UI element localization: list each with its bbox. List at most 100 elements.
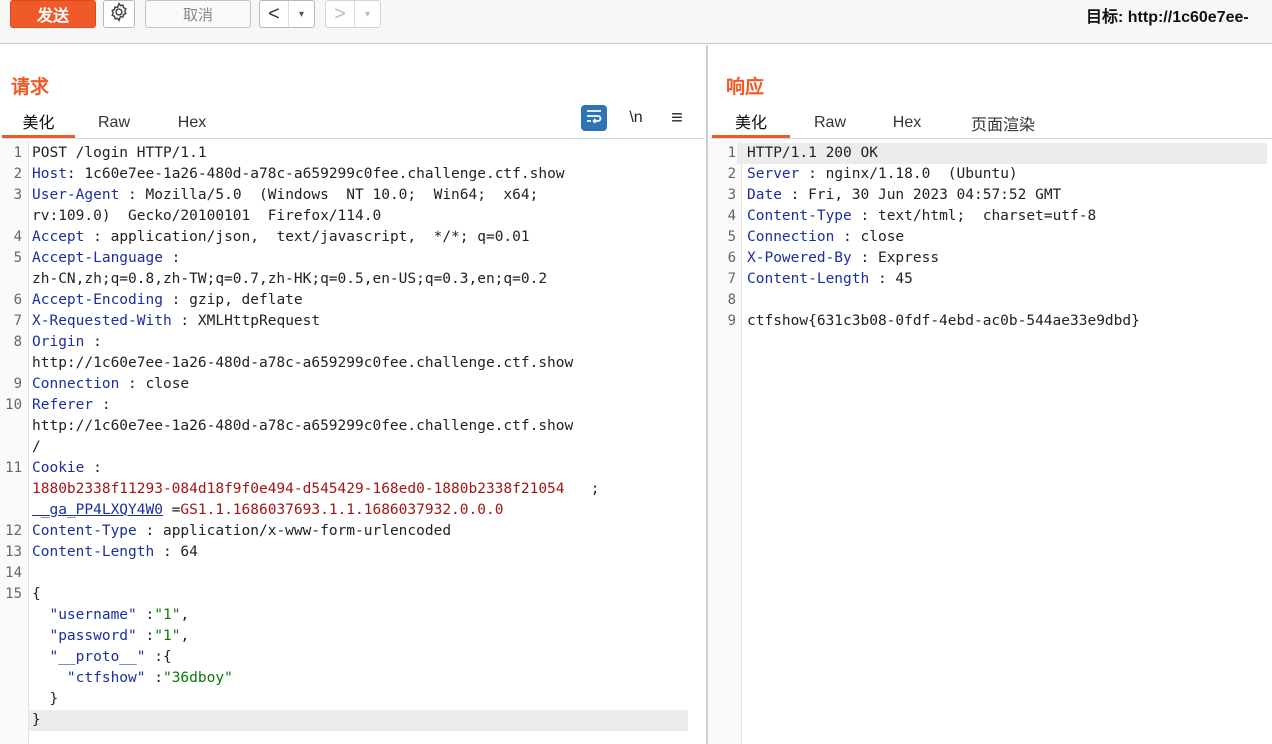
line-number: 3: [727, 187, 736, 203]
history-back-group: < ▾: [259, 0, 315, 28]
header-value: 64: [180, 544, 198, 560]
json-colon: :: [145, 649, 163, 665]
header-name: Host: [32, 166, 67, 182]
header-separator: :: [851, 208, 878, 224]
cancel-button[interactable]: 取消: [145, 0, 251, 28]
line-number: 3: [13, 187, 22, 203]
code-line: POST /login HTTP/1.1: [32, 145, 207, 161]
code-line: /: [32, 439, 41, 455]
header-value: text/html; charset=utf-8: [877, 208, 1097, 224]
header-separator: :: [136, 523, 163, 539]
header-separator: :: [834, 229, 861, 245]
response-tab-raw[interactable]: Raw: [800, 107, 860, 138]
line-number: 12: [5, 523, 22, 539]
header-separator: :: [93, 397, 111, 413]
json-key: "ctfshow": [66, 670, 146, 686]
json-value: "1": [154, 628, 181, 644]
json-value: "1": [154, 607, 181, 623]
line-number: 2: [727, 166, 736, 182]
line-number: [0, 710, 22, 731]
line-number: 11: [5, 460, 22, 476]
header-separator: :: [162, 292, 190, 308]
code-line: Date : Fri, 30 Jun 2023 04:57:52 GMT: [747, 185, 1061, 206]
response-tabbar: 美化 Raw Hex 页面渲染: [710, 107, 1272, 139]
request-tab-hex[interactable]: Hex: [162, 107, 222, 138]
header-name: Cookie: [32, 460, 85, 476]
response-tab-render[interactable]: 页面渲染: [958, 107, 1048, 138]
code-line: Accept : application/json, text/javascri…: [32, 227, 530, 248]
code-line: Cookie :: [32, 458, 111, 479]
request-tab-raw[interactable]: Raw: [84, 107, 144, 138]
history-back-dropdown[interactable]: ▾: [288, 1, 314, 27]
code-line: http://1c60e7ee-1a26-480d-a78c-a659299c0…: [32, 355, 574, 371]
line-number: 1: [727, 145, 736, 161]
header-value: close: [145, 376, 190, 392]
wrap-lines-icon: [585, 108, 603, 129]
cookie-value: 1880b2338f11293-084d18f9f0e494-d545429-1…: [32, 481, 565, 497]
history-back-button[interactable]: <: [260, 1, 288, 27]
code-line: X-Powered-By : Express: [747, 248, 939, 269]
word-wrap-toggle[interactable]: [581, 105, 607, 131]
target-label[interactable]: 目标: http://1c60e7ee-: [1086, 3, 1249, 27]
code-line: ctfshow{631c3b08-0fdf-4ebd-ac0b-544ae33e…: [747, 313, 1140, 329]
header-name: Referer: [32, 397, 94, 413]
header-value: application/json, text/javascript, */*; …: [110, 229, 530, 245]
response-tab-pretty[interactable]: 美化: [712, 107, 790, 138]
send-button[interactable]: 发送: [10, 0, 96, 28]
line-number: 9: [727, 313, 736, 329]
response-editor[interactable]: 1 HTTP/1.1 200 OK 2 Server : nginx/1.18.0 (…: [708, 141, 1272, 744]
line-number: [0, 626, 22, 647]
header-name: Connection: [32, 376, 120, 392]
json-key: "__proto__": [49, 649, 146, 665]
header-value: close: [860, 229, 905, 245]
header-name: Server: [747, 166, 800, 182]
header-value: 45: [895, 271, 913, 287]
chevron-down-icon: ▾: [298, 8, 305, 20]
json-punct: ,: [180, 628, 190, 644]
history-forward-dropdown[interactable]: ▾: [354, 1, 380, 27]
request-menu-button[interactable]: ≡: [664, 105, 690, 131]
history-forward-group: > ▾: [325, 0, 381, 28]
code-line: Content-Type : text/html; charset=utf-8: [747, 206, 1096, 227]
header-name: Content-Type: [32, 523, 137, 539]
line-number: 14: [5, 565, 22, 581]
header-value: gzip, deflate: [189, 292, 303, 308]
hamburger-menu-icon: ≡: [671, 106, 683, 129]
chevron-down-icon: ▾: [364, 8, 371, 20]
header-value: Mozilla/5.0 (Windows NT 10.0; Win64; x64…: [145, 187, 539, 203]
line-number: [0, 269, 22, 290]
response-tab-hex[interactable]: Hex: [877, 107, 937, 138]
header-name: Connection: [747, 229, 835, 245]
header-value: application/x-www-form-urlencoded: [162, 523, 452, 539]
code-line: _ga_PP4LXQY4W0 =GS1.1.1686037693.1.1.168…: [32, 500, 504, 521]
current-line-highlight: [29, 710, 688, 731]
line-number: 2: [13, 166, 22, 182]
header-name: Content-Type: [747, 208, 852, 224]
header-name: Content-Length: [32, 544, 155, 560]
header-separator: :: [162, 250, 181, 266]
header-name: User-Agent: [32, 187, 120, 203]
json-key: "password": [49, 628, 137, 644]
line-number: [0, 689, 22, 710]
json-colon: :: [136, 628, 155, 644]
settings-button[interactable]: [103, 0, 135, 28]
code-line: Content-Length : 64: [32, 542, 198, 563]
request-editor[interactable]: 1 POST /login HTTP/1.1 2 Host: 1c60e7ee-1a2…: [0, 141, 706, 744]
request-tab-pretty[interactable]: 美化: [2, 107, 75, 138]
chevron-left-icon: <: [268, 2, 280, 25]
line-number: 13: [5, 544, 22, 560]
line-number: 10: [5, 397, 22, 413]
request-pane: 请求 美化 Raw Hex \n ≡ 1 POST /login HTTP/1.1…: [0, 45, 706, 744]
show-newlines-toggle[interactable]: \n: [623, 105, 649, 131]
json-punct: {: [162, 649, 172, 665]
code-line: "username" :"1",: [32, 605, 189, 626]
code-line: Connection : close: [32, 374, 189, 395]
line-number: 5: [13, 250, 22, 266]
line-number: [0, 437, 22, 458]
history-forward-button[interactable]: >: [326, 1, 354, 27]
line-number: [0, 647, 22, 668]
header-separator: :: [171, 313, 198, 329]
header-separator: :: [154, 544, 181, 560]
header-value: Express: [877, 250, 940, 266]
code-line: Referer :: [32, 395, 111, 416]
